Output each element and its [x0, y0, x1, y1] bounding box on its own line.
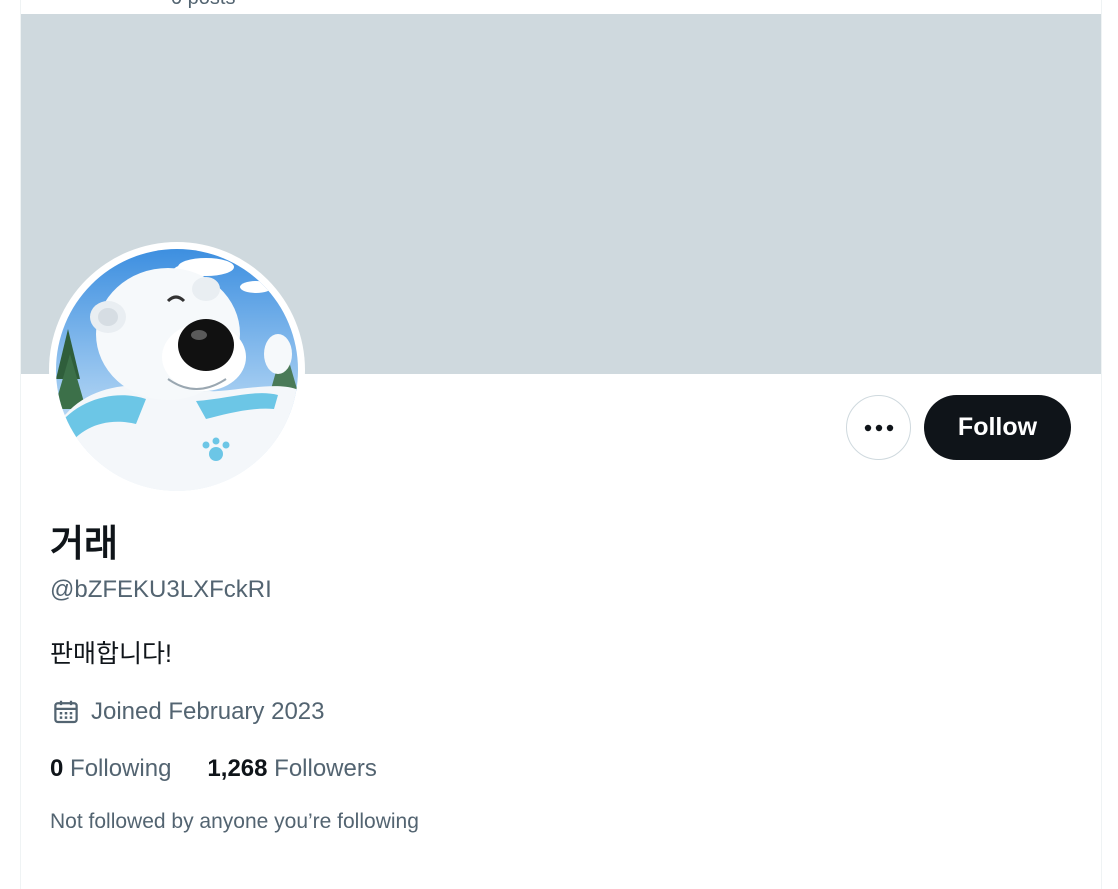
profile-column: 0 posts: [20, 0, 1102, 889]
joined-date: Joined February 2023: [50, 696, 324, 728]
followers-count: 1,268: [207, 755, 268, 782]
avatar-image: [56, 249, 298, 491]
avatar[interactable]: [56, 249, 298, 491]
mutual-followers-note: Not followed by anyone you’re following: [50, 810, 419, 833]
followers-label: Followers: [274, 755, 377, 782]
following-label: Following: [70, 755, 172, 782]
username-handle: @bZFEKU3LXFckRI: [50, 576, 272, 603]
posts-count: 0 posts: [171, 0, 235, 8]
calendar-icon: [54, 700, 78, 724]
profile-page: 0 posts: [0, 0, 1118, 889]
profile-stats: 0 Following 1,268 Followers: [50, 753, 413, 785]
joined-text: Joined February 2023: [91, 698, 325, 725]
follow-button[interactable]: Follow: [924, 395, 1071, 460]
more-options-button[interactable]: [846, 395, 911, 460]
profile-bio: 판매합니다!: [50, 640, 172, 668]
following-count: 0: [50, 755, 64, 782]
display-name: 거래: [50, 523, 119, 564]
followers-link[interactable]: 1,268 Followers: [207, 753, 376, 785]
avatar-ring: [49, 242, 305, 498]
ellipsis-icon: [864, 424, 893, 431]
following-link[interactable]: 0 Following: [50, 753, 171, 785]
